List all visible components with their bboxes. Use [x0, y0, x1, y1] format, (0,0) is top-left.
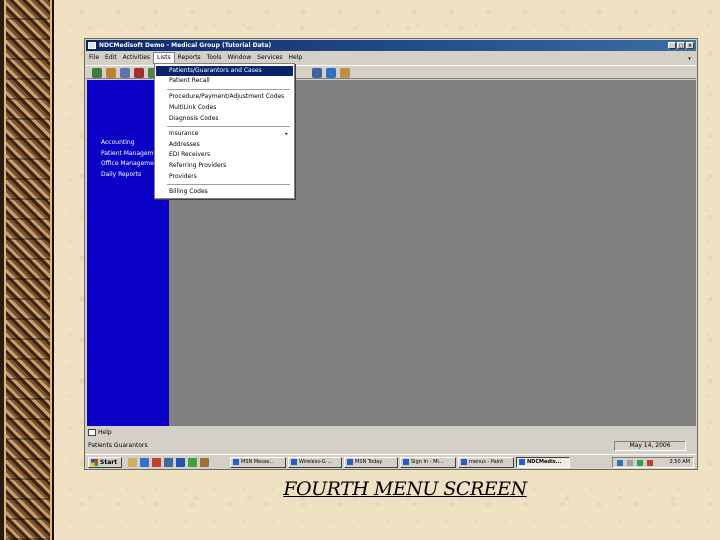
quicklaunch-word-icon[interactable]	[176, 458, 185, 467]
msn-icon	[347, 459, 353, 465]
tray-icon-d[interactable]	[647, 460, 653, 466]
taskbar-msn-messenger[interactable]: MSN Messe...	[230, 457, 286, 468]
help-label: Help	[98, 429, 112, 436]
tool-icon-a[interactable]	[312, 68, 322, 78]
menu-item-edi-receivers[interactable]: EDI Receivers	[156, 150, 293, 160]
menu-item-billing-codes[interactable]: Billing Codes	[156, 187, 293, 197]
status-date: May 14, 2006	[614, 441, 686, 451]
system-tray: 2:50 AM	[612, 457, 694, 468]
appointment-book-icon[interactable]	[134, 68, 144, 78]
window-title: NDCMedisoft Demo - Medical Group (Tutori…	[99, 42, 272, 49]
start-button[interactable]: Start	[88, 457, 122, 468]
menu-item-multilink-codes[interactable]: MultiLink Codes	[156, 103, 293, 113]
tool-icon-b[interactable]	[326, 68, 336, 78]
msn-icon	[233, 459, 239, 465]
menu-item-procedure-payment-adjustment-codes[interactable]: Procedure/Payment/Adjustment Codes	[156, 92, 293, 102]
help-panel-toggle[interactable]: Help	[86, 428, 206, 437]
close-button[interactable]: ×	[686, 42, 694, 49]
mdi-restore-icon[interactable]: ▾	[686, 53, 693, 62]
taskbar-paint[interactable]: menus - Paint	[458, 457, 514, 468]
medisoft-icon	[519, 459, 525, 465]
menu-item-insurance[interactable]: Insurance ▸	[156, 129, 293, 139]
minimize-button[interactable]: _	[668, 42, 676, 49]
taskbar-ndcmedisoft[interactable]: NDCMedis...	[516, 457, 570, 468]
taskbar-msn-today[interactable]: MSN Today	[344, 457, 398, 468]
quicklaunch-media-icon[interactable]	[152, 458, 161, 467]
quicklaunch-misc-icon[interactable]	[188, 458, 197, 467]
help-toggle-icon	[88, 429, 96, 436]
menu-activities[interactable]: Activities	[120, 52, 153, 64]
maximize-button[interactable]: □	[677, 42, 685, 49]
tray-icon-a[interactable]	[617, 460, 623, 466]
menu-edit[interactable]: Edit	[102, 52, 120, 64]
slide-caption: FOURTH MENU SCREEN	[283, 478, 527, 500]
quicklaunch-ie-icon[interactable]	[140, 458, 149, 467]
tray-icon-b[interactable]	[627, 460, 633, 466]
taskbar-wireless[interactable]: Wireless-G ...	[288, 457, 342, 468]
paint-icon	[461, 459, 467, 465]
menu-item-patient-recall[interactable]: Patient Recall	[156, 76, 293, 86]
quicklaunch-app-icon[interactable]	[164, 458, 173, 467]
browser-icon	[403, 459, 409, 465]
transaction-entry-icon[interactable]	[92, 68, 102, 78]
status-text: Patients Guarantors	[88, 442, 148, 449]
submenu-arrow-icon: ▸	[285, 131, 288, 137]
title-bar[interactable]: NDCMedisoft Demo - Medical Group (Tutori…	[86, 40, 696, 51]
quicklaunch-extra-icon[interactable]	[200, 458, 209, 467]
windows-taskbar: Start MSN Messe... Wireless-G ... MSN To…	[86, 454, 696, 469]
menu-separator	[167, 89, 290, 90]
status-bar: Patients Guarantors May 14, 2006	[86, 440, 696, 452]
tool-icon-c[interactable]	[340, 68, 350, 78]
tray-icon-c[interactable]	[637, 460, 643, 466]
decorative-border-strip	[0, 0, 54, 540]
lists-dropdown-menu: Patients/Guarantors and Cases Patient Re…	[154, 63, 295, 199]
network-icon	[291, 459, 297, 465]
taskbar-sign-in[interactable]: Sign In - Mi...	[400, 457, 456, 468]
menu-separator	[167, 126, 290, 127]
menu-item-referring-providers[interactable]: Referring Providers	[156, 161, 293, 171]
menu-separator	[167, 184, 290, 185]
menu-file[interactable]: File	[86, 52, 102, 64]
patients-icon[interactable]	[120, 68, 130, 78]
claim-management-icon[interactable]	[106, 68, 116, 78]
menu-item-patients-guarantors-cases[interactable]: Patients/Guarantors and Cases	[156, 66, 293, 76]
taskbar-clock: 2:50 AM	[669, 459, 690, 465]
menu-item-providers[interactable]: Providers	[156, 172, 293, 182]
app-icon	[88, 42, 96, 49]
quicklaunch-folder-icon[interactable]	[128, 458, 137, 467]
menu-item-diagnosis-codes[interactable]: Diagnosis Codes	[156, 114, 293, 124]
menu-item-addresses[interactable]: Addresses	[156, 140, 293, 150]
